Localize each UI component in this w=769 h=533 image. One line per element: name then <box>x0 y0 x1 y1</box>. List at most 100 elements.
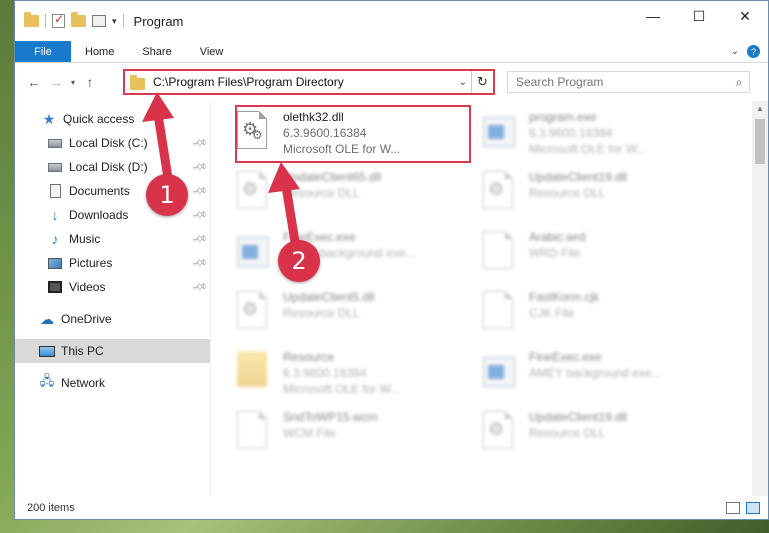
file-item[interactable]: Arabic.wrd WRD File <box>457 225 697 281</box>
pin-icon[interactable]: 📌︎ <box>191 159 208 175</box>
new-folder-icon[interactable] <box>71 12 86 27</box>
disk-icon <box>47 160 63 174</box>
details-view-icon[interactable] <box>726 502 740 514</box>
back-arrow-icon[interactable]: ← <box>23 74 45 90</box>
file-type: CJK File <box>529 306 575 320</box>
sidebar-item-music[interactable]: ♪ Music 📌︎ <box>15 227 210 251</box>
file-highlight-box <box>235 105 471 163</box>
sidebar-item-label: Documents <box>69 184 130 198</box>
exe-icon <box>483 351 517 393</box>
customize-toolbar-dropdown-icon[interactable]: ▾ <box>112 16 117 27</box>
sidebar-item-label: Network <box>61 376 106 390</box>
file-name: UpdateClient5.dll <box>283 290 375 304</box>
file-description: Microsoft OLE for W... <box>283 382 401 396</box>
file-version: 6.3.9600.16384 <box>529 126 613 140</box>
document-icon <box>47 184 63 198</box>
sidebar-item-label: Pictures <box>69 256 113 270</box>
file-item[interactable]: ⚙ UpdateClient65.dll Resource DLL <box>211 165 451 221</box>
file-item[interactable]: ⚙ UpdateClient5.dll Resource DLL <box>211 285 451 341</box>
pictures-icon <box>47 256 63 270</box>
pin-icon[interactable]: 📌︎ <box>191 135 208 151</box>
dll-gear-icon: ⚙ <box>237 291 271 333</box>
file-name: Arabic.wrd <box>529 230 586 244</box>
page-icon <box>483 291 517 333</box>
sidebar-item-onedrive[interactable]: ☁ OneDrive <box>15 307 210 331</box>
file-item[interactable]: ⚙ UpdateClient19.dll Resource DLL <box>457 165 697 221</box>
pin-icon[interactable]: 📌︎ <box>191 207 208 223</box>
sidebar-item-local-disk-c[interactable]: Local Disk (C:) 📌︎ <box>15 131 210 155</box>
file-type: WCM File <box>283 426 336 440</box>
tab-view[interactable]: View <box>186 41 238 62</box>
minimize-button[interactable]: — <box>630 1 676 31</box>
callout-2: 2 <box>278 240 320 282</box>
pin-icon[interactable]: 📌︎ <box>191 279 208 295</box>
address-dropdown-chevron-icon[interactable]: ⌄ <box>455 77 471 88</box>
help-icon[interactable]: ? <box>747 45 760 58</box>
sidebar-item-this-pc[interactable]: This PC <box>15 339 210 363</box>
navigation-pane: ★ Quick access Local Disk (C:) 📌︎ Local … <box>15 101 210 496</box>
download-icon: ↓ <box>51 207 59 223</box>
sidebar-item-label: Videos <box>69 280 106 294</box>
callout-1: 1 <box>146 174 188 216</box>
file-name: UpdateClient65.dll <box>283 170 382 184</box>
file-item[interactable]: FineExec.exe AMEY background exe... <box>457 345 697 401</box>
file-item[interactable]: program.exe 6.3.9600.16384 Microsoft OLE… <box>457 105 697 161</box>
pin-icon[interactable]: 📌︎ <box>191 183 208 199</box>
properties-icon[interactable] <box>92 15 106 27</box>
file-type: Resource DLL <box>529 186 606 200</box>
search-box[interactable]: ⌕ <box>507 71 750 93</box>
sidebar-item-quick-access[interactable]: ★ Quick access <box>15 107 210 131</box>
computer-icon <box>39 344 55 358</box>
tab-home[interactable]: Home <box>71 41 128 62</box>
scroll-up-arrow-icon[interactable]: ▲ <box>752 101 768 117</box>
close-button[interactable]: ✕ <box>722 1 768 31</box>
address-path[interactable]: C:\Program Files\Program Directory <box>153 75 455 89</box>
view-switcher <box>726 502 768 514</box>
large-icons-view-icon[interactable] <box>746 502 760 514</box>
folder-icon <box>237 351 271 393</box>
explorer-window: ▾ Program — ☐ ✕ File Home Share View ⌄ ?… <box>14 0 769 520</box>
expand-ribbon-chevron-icon[interactable]: ⌄ <box>731 46 739 57</box>
ribbon-tabs: File Home Share View ⌄ ? <box>15 41 768 63</box>
exe-icon <box>483 111 517 153</box>
sidebar-item-network[interactable]: 🖧︎ Network <box>15 371 210 395</box>
sidebar-item-label: Downloads <box>69 208 129 222</box>
maximize-button[interactable]: ☐ <box>676 1 722 31</box>
network-icon: 🖧︎ <box>39 373 55 388</box>
refresh-icon[interactable]: ↻ <box>471 71 493 93</box>
address-bar[interactable]: C:\Program Files\Program Directory ⌄ ↻ <box>123 69 495 95</box>
pin-icon[interactable]: 📌︎ <box>191 255 208 271</box>
pin-icon[interactable]: 📌︎ <box>191 231 208 247</box>
up-arrow-icon[interactable]: ↑ <box>79 74 101 90</box>
file-name: UpdateClient19.dll <box>529 170 628 184</box>
dll-gear-icon: ⚙ <box>483 171 517 213</box>
recent-locations-dropdown-icon[interactable]: ▾ <box>67 78 79 87</box>
file-item[interactable]: ⚙ UpdateClient19.dll Resource DLL <box>457 405 697 461</box>
properties-check-icon[interactable] <box>52 12 65 28</box>
item-count: 200 items <box>27 502 75 514</box>
star-icon: ★ <box>42 110 56 127</box>
forward-arrow-icon[interactable]: → <box>45 74 67 90</box>
sidebar-item-videos[interactable]: Videos 📌︎ <box>15 275 210 299</box>
tab-file[interactable]: File <box>15 41 71 62</box>
ribbon-right-controls: ⌄ ? <box>731 41 768 62</box>
sidebar-item-label: Quick access <box>63 112 135 126</box>
vertical-scrollbar[interactable]: ▲ <box>752 101 768 496</box>
file-item[interactable]: Resource 6.3.9600.16384 Microsoft OLE fo… <box>211 345 451 401</box>
file-item[interactable]: SndToWP15.wcm WCM File <box>211 405 451 461</box>
cloud-icon: ☁ <box>40 310 54 327</box>
search-input[interactable] <box>516 75 729 89</box>
file-version: 6.3.9600.16384 <box>283 366 367 380</box>
sidebar-item-label: This PC <box>61 344 104 358</box>
file-name: program.exe <box>529 110 597 124</box>
file-item[interactable]: FastKorm.cjk CJK File <box>457 285 697 341</box>
tab-share[interactable]: Share <box>128 41 185 62</box>
sidebar-item-pictures[interactable]: Pictures 📌︎ <box>15 251 210 275</box>
file-name: FineExec.exe <box>529 350 602 364</box>
file-item[interactable]: FineExec.exe AMEY background exe... <box>211 225 451 281</box>
sidebar-item-local-disk-d[interactable]: Local Disk (D:) 📌︎ <box>15 155 210 179</box>
scrollbar-thumb[interactable] <box>755 119 765 164</box>
toolbar-divider <box>122 14 124 28</box>
music-icon: ♪ <box>51 231 59 247</box>
search-icon[interactable]: ⌕ <box>729 75 749 90</box>
